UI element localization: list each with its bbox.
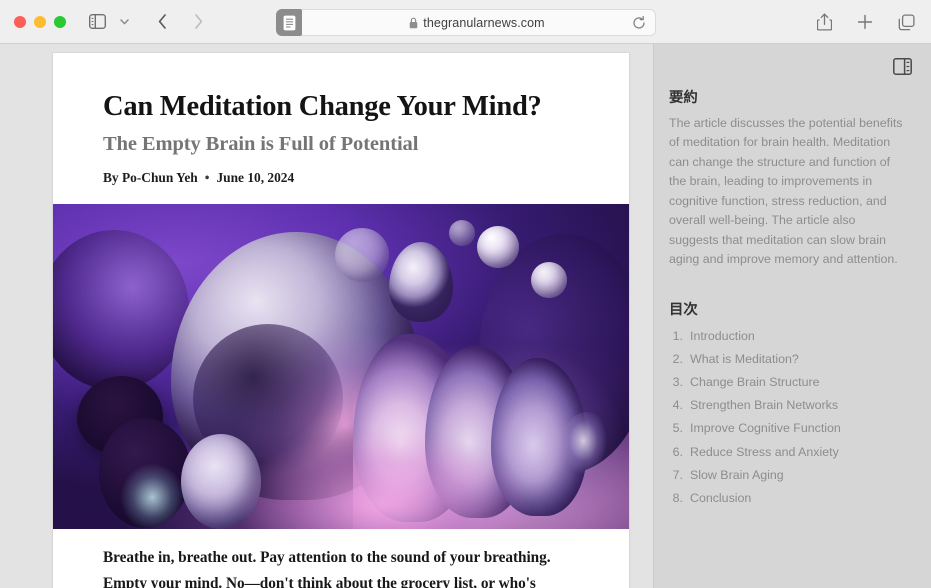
chevron-right-icon [194,14,202,29]
reload-icon [633,15,645,29]
minimize-window-button[interactable] [34,15,46,28]
sidebar-toggle-button[interactable] [84,9,110,35]
toolbar-actions [811,9,919,35]
reader-view[interactable]: Can Meditation Change Your Mind? The Emp… [0,44,653,588]
summary-text: The article discusses the potential bene… [669,116,903,267]
chevron-left-icon [158,14,166,29]
back-button[interactable] [149,9,175,35]
summary-sidebar: 要約 The article discusses the potential b… [653,44,931,588]
chevron-down-icon [119,18,129,24]
page-content: Can Meditation Change Your Mind? The Emp… [0,44,931,588]
toc-item-number: 1. [672,328,683,343]
byline-author: By Po-Chun Yeh [103,169,198,185]
byline-separator: • [204,169,210,185]
toc-item-number: 7. [672,467,683,482]
sidebar-panel-toggle-button[interactable] [892,57,912,75]
toc-item-label: Improve Cognitive Function [690,421,841,436]
share-button[interactable] [811,9,837,35]
toc-item[interactable]: 8. Conclusion [669,487,905,510]
article-card: Can Meditation Change Your Mind? The Emp… [53,53,629,588]
summary-heading: 要約 [669,90,698,106]
toc-item-label: Strengthen Brain Networks [690,398,839,413]
sidebar-options-button[interactable] [111,9,137,35]
article-body: Can Meditation Change Your Mind? The Emp… [53,53,629,588]
sidebar-icon [88,14,106,29]
tab-overview-button[interactable] [893,9,919,35]
toc-heading: 目次 [669,301,698,318]
reload-button[interactable] [631,15,647,31]
toc-item-label: Change Brain Structure [690,375,820,390]
browser-toolbar: thegranularnews.com [0,0,931,44]
toc-list: 1. Introduction 2. What is Meditation? 3. Cha… [669,325,905,510]
article-headline: Can Meditation Change Your Mind? [103,91,542,122]
plus-icon [857,14,873,30]
share-icon [816,13,832,31]
toc-item[interactable]: 2. What is Meditation? [669,348,905,371]
toc-item-number: 3. [672,375,683,390]
hero-sphere-4 [449,219,475,246]
toc-item-number: 5. [672,421,683,436]
toc-item[interactable]: 1. Introduction [669,325,905,348]
toc-item[interactable]: 4. Strengthen Brain Networks [669,394,905,417]
address-bar: thegranularnews.com [276,9,656,36]
url-display: thegranularnews.com [299,16,655,30]
toc-item-label: What is Meditation? [690,352,799,366]
article-byline: By Po-Chun Yeh • June 10, 2024 [103,170,579,186]
sidebar-content: 要約 The article discusses the potential b… [654,44,931,510]
toc-item-number: 6. [672,444,683,459]
hero-sphere-3 [335,227,389,282]
toc-item[interactable]: 3. Change Brain Structure [669,371,905,394]
toc-item[interactable]: 6. Reduce Stress and Anxiety [669,441,905,464]
toc-item-number: 8. [672,490,683,505]
lock-icon [409,17,418,28]
hero-sphere-2 [531,261,567,298]
url-input[interactable]: thegranularnews.com [298,9,656,36]
forward-button[interactable] [185,9,211,35]
window-controls [14,15,66,28]
close-window-button[interactable] [14,15,26,28]
sidebar-right-icon [892,57,912,75]
byline-date: June 10, 2024 [216,169,295,185]
url-text: thegranularnews.com [423,15,545,30]
toc-item-label: Reduce Stress and Anxiety [690,444,839,459]
toc-item[interactable]: 5. Improve Cognitive Function [669,417,905,440]
reader-document-icon [283,15,295,30]
toc-item-number: 4. [672,398,683,413]
article-hero-image [53,203,629,529]
toc-item-label: Introduction [690,328,755,343]
toc-item-label: Conclusion [690,490,752,505]
tab-overview-icon [898,13,915,30]
article-lede-paragraph: Breathe in, breathe out. Pay attention t… [103,548,551,588]
article-subheadline: The Empty Brain is Full of Potential [103,132,419,155]
maximize-window-button[interactable] [54,15,66,28]
toc-item-number: 2. [672,352,683,366]
hero-sphere-1 [477,225,519,268]
new-tab-button[interactable] [852,9,878,35]
reader-mode-button[interactable] [276,9,302,36]
hero-blob-lower-left-sheen [99,417,191,528]
browser-window: thegranularnews.com Can Meditation Chang… [0,0,931,588]
toc-item[interactable]: 7. Slow Brain Aging [669,464,905,487]
toc-item-label: Slow Brain Aging [690,467,784,482]
